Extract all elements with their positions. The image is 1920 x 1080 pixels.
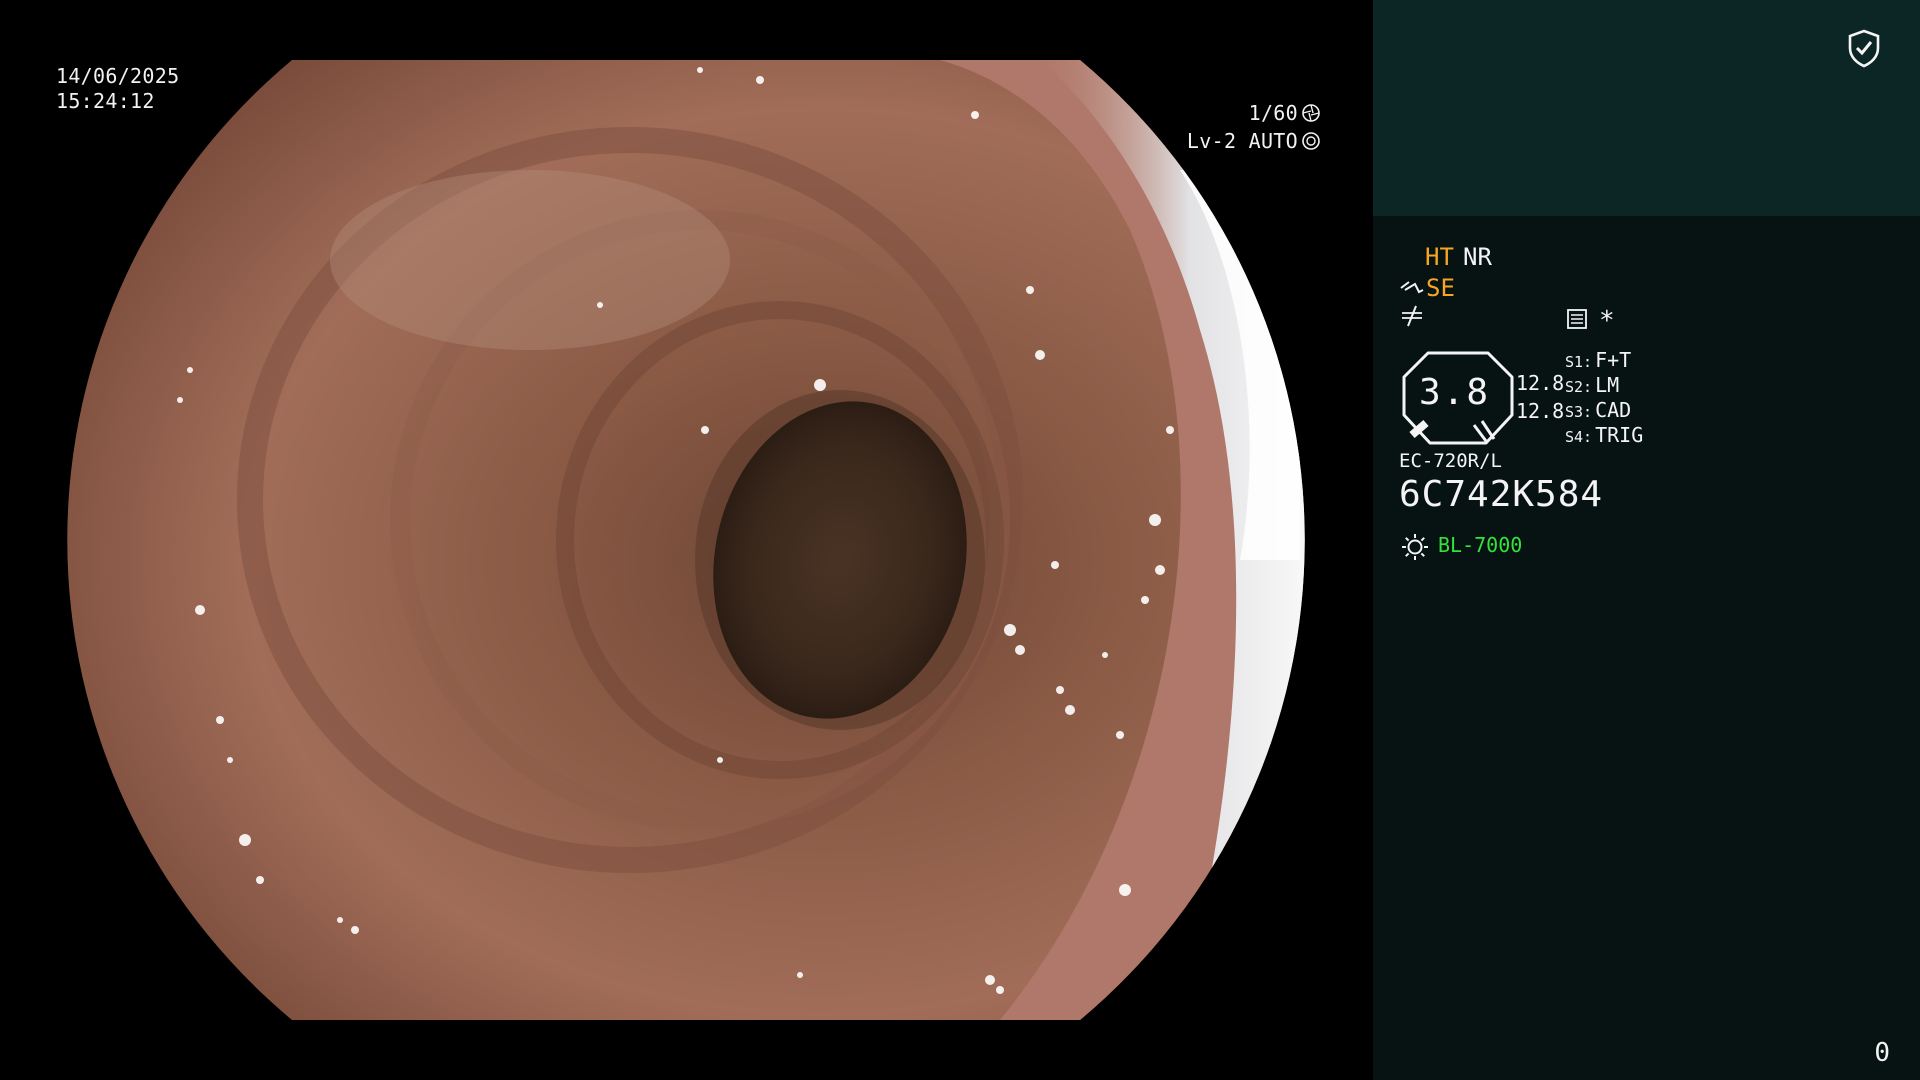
scope-model: EC-720R/L [1399,450,1502,472]
value-a: 12.8 [1516,371,1565,395]
nr-indicator: NR [1463,243,1492,271]
status-panel: HT NR SE * 3.8 12.8 12.8 S1: F+T S2: LM … [1373,0,1920,1080]
value-b: 12.8 [1516,399,1565,423]
slot-label: F+T [1595,348,1632,372]
slash-icon [1402,305,1422,327]
slot-key: S3: [1565,403,1593,421]
star-indicator: * [1599,306,1615,336]
slot-label: LM [1595,373,1620,397]
switch-slot: S2: LM [1565,373,1619,397]
shield-check-icon [1848,29,1880,68]
se-indicator: SE [1426,274,1455,302]
scope-serial: 6C742K584 [1399,474,1604,515]
switch-slot: S1: F+T [1565,348,1631,372]
endoscope-view: 14/06/2025 15:24:12 1/60 Lv-2 AUTO [0,0,1373,1080]
date-time-readout: 14/06/2025 15:24:12 [56,64,179,114]
slot-key: S1: [1565,353,1593,371]
slot-key: S4: [1565,428,1593,446]
date-label: 14/06/2025 [56,64,180,88]
frame-counter: 0 [1874,1038,1890,1068]
slot-label: TRIG [1595,423,1644,447]
switch-slot: S3: CAD [1565,398,1631,422]
light-source-icon [1402,534,1428,560]
iris-level-label: Lv-2 AUTO [1186,128,1298,153]
panel-header [1373,0,1920,216]
endoscopic-image [67,60,1305,1020]
slot-key: S2: [1565,378,1593,396]
ht-indicator: HT [1425,243,1454,271]
exposure-readout: 1/60 Lv-2 AUTO [1187,99,1321,155]
time-label: 15:24:12 [56,89,155,113]
shutter-label: 1/60 [1248,100,1298,125]
slot-label: CAD [1595,398,1632,422]
light-source-label: BL-7000 [1438,533,1523,557]
shutter-icon [1302,104,1320,122]
structure-enhance-icon [1400,281,1424,294]
auto-iris-icon [1302,132,1320,150]
menu-icon [1567,309,1587,329]
gauge-value: 3.8 [1419,372,1491,413]
switch-slot: S4: TRIG [1565,423,1643,447]
